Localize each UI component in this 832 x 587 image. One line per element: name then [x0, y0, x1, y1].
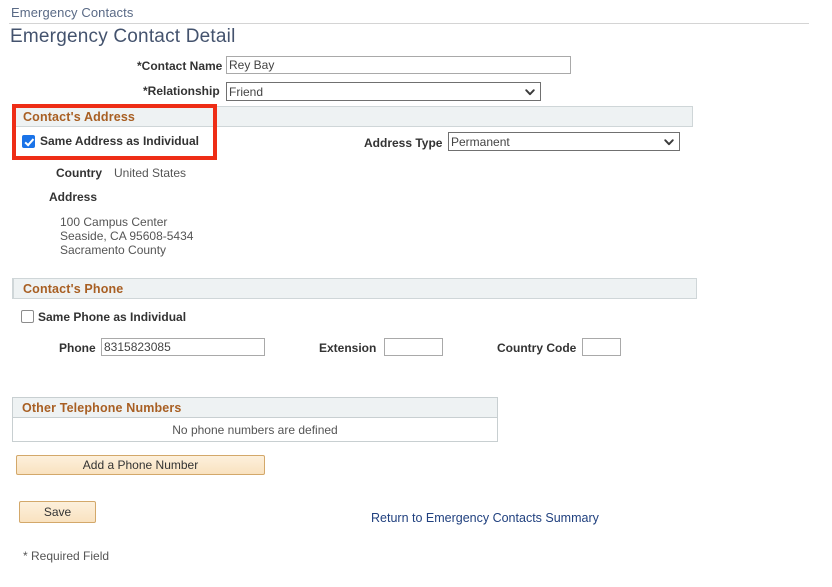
- phone-input[interactable]: [101, 338, 265, 356]
- address-type-select-value: Permanent: [451, 134, 510, 149]
- country-value: United States: [114, 166, 187, 180]
- relationship-label: *Relationship: [143, 84, 220, 98]
- country-code-label: Country Code: [497, 341, 577, 355]
- address-line-2: Seaside, CA 95608-5434: [60, 229, 194, 243]
- other-telephone-numbers-empty-message: No phone numbers are defined: [172, 422, 338, 437]
- contacts-phone-section-title: Contact's Phone: [23, 281, 124, 296]
- extension-input[interactable]: [384, 338, 443, 356]
- other-telephone-numbers-title: Other Telephone Numbers: [22, 400, 182, 415]
- contacts-phone-section-header: Contact's Phone: [12, 278, 697, 299]
- country-code-input[interactable]: [582, 338, 621, 356]
- contacts-address-section-header: Contact's Address: [12, 106, 693, 127]
- same-phone-as-individual-label: Same Phone as Individual: [38, 310, 187, 324]
- return-to-summary-link[interactable]: Return to Emergency Contacts Summary: [371, 511, 599, 525]
- other-telephone-numbers-grid: Other Telephone Numbers No phone numbers…: [12, 397, 498, 442]
- same-address-as-individual-checkbox[interactable]: [22, 135, 35, 148]
- address-value: 100 Campus Center Seaside, CA 95608-5434…: [60, 215, 193, 257]
- address-label: Address: [49, 190, 98, 204]
- other-telephone-numbers-header: Other Telephone Numbers: [12, 397, 498, 418]
- other-telephone-numbers-body: No phone numbers are defined: [12, 418, 498, 442]
- contact-name-label: *Contact Name: [137, 59, 223, 73]
- address-line-1: 100 Campus Center: [60, 215, 168, 229]
- same-address-as-individual-label: Same Address as Individual: [40, 134, 199, 148]
- same-phone-as-individual-checkbox[interactable]: [21, 310, 34, 323]
- address-type-select[interactable]: Permanent: [448, 132, 680, 151]
- contact-name-input[interactable]: [226, 56, 571, 74]
- country-label: Country: [56, 166, 102, 180]
- chevron-down-icon: [525, 88, 535, 95]
- breadcrumb-divider: [9, 23, 809, 24]
- address-line-3: Sacramento County: [60, 243, 167, 257]
- required-field-note: * Required Field: [23, 549, 110, 563]
- relationship-select[interactable]: Friend: [226, 82, 541, 101]
- address-type-label: Address Type: [364, 136, 443, 150]
- phone-label: Phone: [59, 341, 96, 355]
- chevron-down-icon: [664, 138, 674, 145]
- add-phone-number-button[interactable]: Add a Phone Number: [16, 455, 265, 475]
- relationship-select-value: Friend: [229, 84, 264, 99]
- save-button[interactable]: Save: [19, 501, 96, 523]
- extension-label: Extension: [319, 341, 377, 355]
- breadcrumb[interactable]: Emergency Contacts: [11, 5, 133, 20]
- page-title: Emergency Contact Detail: [10, 26, 236, 47]
- contacts-address-section-title: Contact's Address: [23, 109, 136, 124]
